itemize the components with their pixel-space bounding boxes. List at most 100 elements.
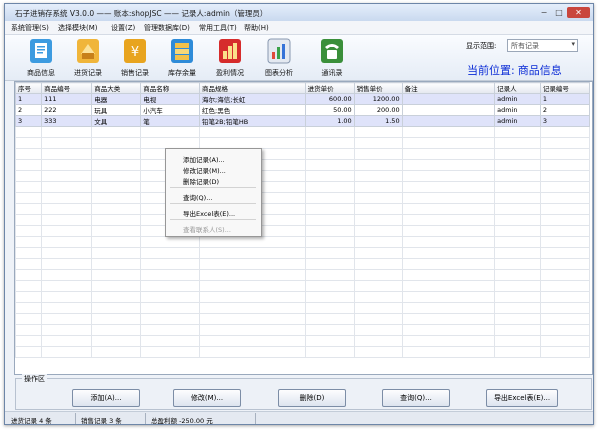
add-button[interactable]: 添加(A)... — [72, 389, 140, 407]
empty-cell — [401, 247, 496, 259]
column-header[interactable]: 记录编号 — [539, 82, 591, 94]
empty-cell — [401, 181, 496, 193]
toolbar-label: 图表分析 — [265, 69, 293, 77]
query-button[interactable]: 查询(Q)... — [382, 389, 450, 407]
column-header[interactable]: 商品规格 — [199, 82, 306, 94]
empty-cell — [304, 324, 355, 336]
empty-cell — [41, 247, 93, 259]
toolbar-profit[interactable]: 盈利情况 — [208, 38, 252, 78]
column-header[interactable]: 记录人 — [494, 82, 541, 94]
empty-cell — [304, 214, 355, 226]
toolbar-label: 销售记录 — [121, 69, 149, 77]
toolbar-purchase-record[interactable]: 进货记录 — [66, 38, 110, 78]
menu-divider — [170, 187, 256, 188]
toolbar-label: 进货记录 — [74, 69, 102, 77]
empty-row — [15, 302, 591, 314]
table-row[interactable]: 3 333 文具 笔 铅笔2B;铅笔HB 1.00 1.50 admin 3 — [15, 115, 591, 127]
svg-text:¥: ¥ — [131, 45, 139, 60]
toolbar-chart-analysis[interactable]: 图表分析 — [257, 38, 301, 78]
empty-cell — [15, 258, 43, 270]
toolbar-goods-info[interactable]: 商品信息 — [19, 38, 63, 78]
context-delete-record[interactable]: 删除记录(D) — [183, 176, 219, 186]
operations-title: 操作区 — [22, 374, 47, 384]
title-bar[interactable]: 石子进销存系统 V3.0.0 —— 账本:shopJSC —— 记录人:admi… — [5, 4, 593, 21]
column-header[interactable]: 商品名称 — [140, 82, 201, 94]
empty-cell — [41, 280, 93, 292]
empty-cell — [91, 258, 142, 270]
empty-cell — [494, 192, 541, 204]
window-title: 石子进销存系统 V3.0.0 —— 账本:shopJSC —— 记录人:admi… — [15, 9, 268, 18]
empty-cell — [304, 335, 355, 347]
empty-row — [15, 258, 591, 270]
empty-cell — [304, 313, 355, 325]
empty-cell — [401, 346, 496, 358]
toolbar-stock[interactable]: 库存余量 — [160, 38, 204, 78]
empty-cell — [91, 181, 142, 193]
empty-cell — [539, 181, 591, 193]
empty-cell — [15, 302, 43, 314]
empty-cell — [539, 280, 591, 292]
maximize-button[interactable]: □ — [552, 7, 566, 18]
empty-cell — [91, 346, 142, 358]
minimize-button[interactable]: − — [537, 7, 551, 18]
menu-help[interactable]: 帮助(H) — [244, 23, 269, 33]
context-edit-record[interactable]: 修改记录(M)... — [183, 165, 226, 175]
empty-cell — [353, 214, 403, 226]
empty-cell — [91, 203, 142, 215]
empty-cell — [494, 181, 541, 193]
empty-cell — [494, 236, 541, 248]
toolbar-contacts[interactable]: 通讯录 — [310, 38, 354, 78]
empty-cell — [140, 280, 201, 292]
empty-cell — [91, 313, 142, 325]
table-row[interactable]: 2 222 玩具 小汽车 红色;黑色 50.00 200.00 admin 2 — [15, 104, 591, 116]
table-cell: admin — [494, 93, 541, 105]
empty-cell — [494, 324, 541, 336]
menu-database[interactable]: 管理数据库(D) — [144, 23, 190, 33]
context-export-excel[interactable]: 导出Excel表(E)... — [183, 208, 235, 218]
empty-cell — [41, 236, 93, 248]
table-cell: 1 — [15, 93, 43, 105]
empty-cell — [41, 324, 93, 336]
edit-button[interactable]: 修改(M)... — [173, 389, 241, 407]
empty-cell — [41, 214, 93, 226]
menu-system[interactable]: 系统管理(S) — [11, 23, 49, 33]
empty-cell — [494, 302, 541, 314]
column-header[interactable]: 序号 — [15, 82, 43, 94]
empty-cell — [91, 291, 142, 303]
empty-cell — [494, 126, 541, 138]
empty-cell — [41, 170, 93, 182]
delete-button[interactable]: 删除(D) — [278, 389, 346, 407]
empty-cell — [304, 280, 355, 292]
export-excel-button[interactable]: 导出Excel表(E)... — [486, 389, 558, 407]
menu-settings[interactable]: 设置(Z) — [111, 23, 135, 33]
scope-select[interactable]: 所有记录 ▾ — [507, 39, 578, 52]
menu-module[interactable]: 选择模块(M) — [58, 23, 98, 33]
column-header[interactable]: 备注 — [401, 82, 496, 94]
data-grid[interactable]: 序号 商品编号 商品大类 商品名称 商品规格 进货单价 销售单价 备注 记录人 … — [14, 81, 593, 375]
empty-cell — [539, 170, 591, 182]
empty-cell — [304, 258, 355, 270]
table-row[interactable]: 1 111 电器 电视 海尔;海信;长虹 600.00 1200.00 admi… — [15, 93, 591, 105]
column-header[interactable]: 商品大类 — [91, 82, 142, 94]
column-header[interactable]: 销售单价 — [353, 82, 403, 94]
table-cell: 电器 — [91, 93, 142, 105]
column-header[interactable]: 商品编号 — [41, 82, 93, 94]
empty-cell — [494, 258, 541, 270]
menu-tools[interactable]: 常用工具(T) — [199, 23, 237, 33]
toolbar-sales-record[interactable]: ¥ 销售记录 — [113, 38, 157, 78]
empty-cell — [401, 137, 496, 149]
column-header[interactable]: 进货单价 — [304, 82, 355, 94]
context-add-record[interactable]: 添加记录(A)... — [183, 154, 225, 164]
empty-cell — [401, 269, 496, 281]
empty-cell — [494, 137, 541, 149]
close-button[interactable]: ✕ — [567, 7, 590, 18]
table-cell: 电视 — [140, 93, 201, 105]
empty-cell — [41, 313, 93, 325]
empty-cell — [353, 137, 403, 149]
table-cell — [401, 93, 496, 105]
empty-cell — [41, 126, 93, 138]
empty-cell — [199, 335, 306, 347]
context-query[interactable]: 查询(Q)... — [183, 192, 212, 202]
empty-cell — [91, 159, 142, 171]
empty-cell — [353, 148, 403, 160]
